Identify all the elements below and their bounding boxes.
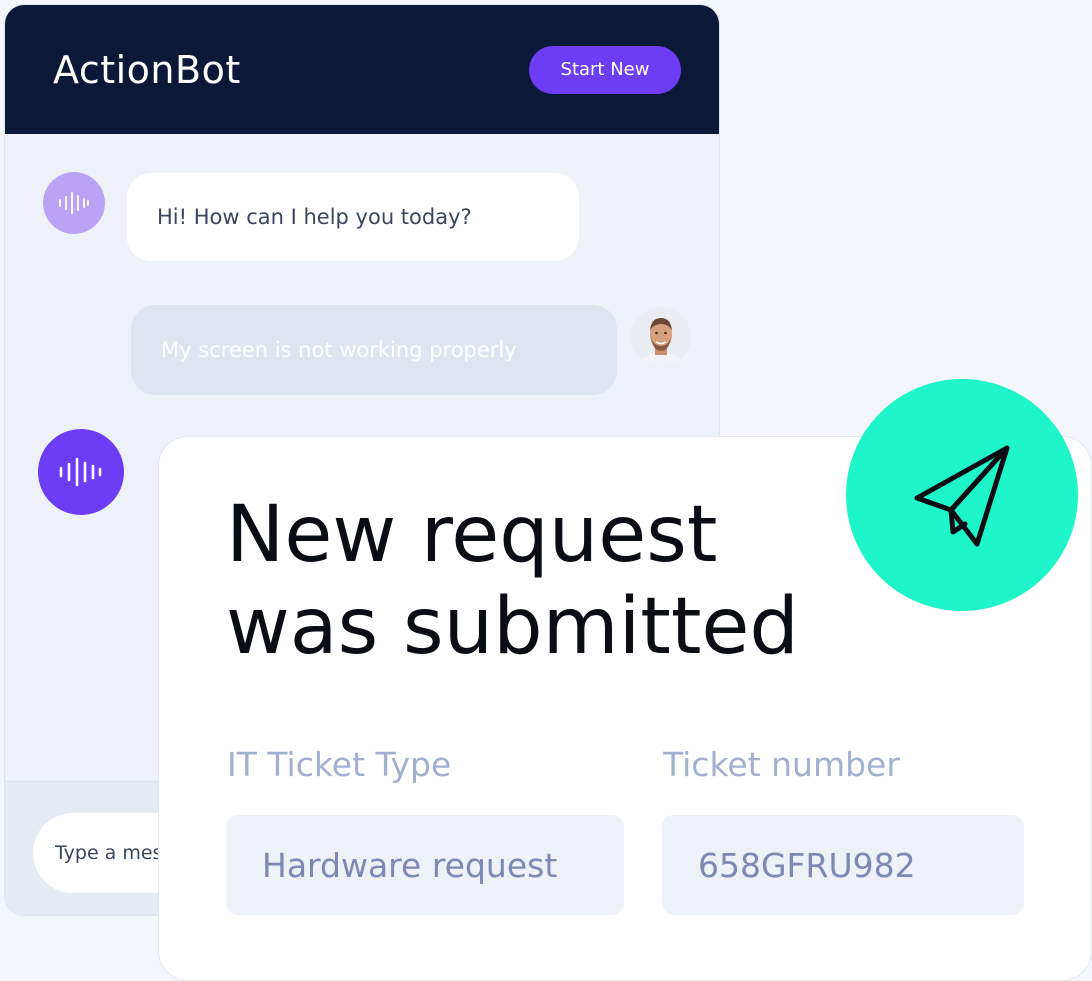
- start-new-button[interactable]: Start New: [529, 45, 681, 94]
- sound-wave-icon: [59, 192, 89, 214]
- sound-wave-icon: [59, 457, 102, 487]
- request-title: New request was submitted: [226, 489, 866, 673]
- request-title-line1: New request: [226, 490, 718, 580]
- ticket-number-label: Ticket number: [663, 745, 900, 784]
- user-message-text: My screen is not working properly: [161, 338, 517, 362]
- ticket-type-value: Hardware request: [262, 845, 558, 885]
- bot-avatar: [43, 172, 105, 234]
- bot-message-text: Hi! How can I help you today?: [157, 205, 472, 229]
- user-message: My screen is not working properly: [131, 305, 617, 395]
- request-title-line2: was submitted: [226, 582, 799, 672]
- bot-avatar-active: [38, 429, 124, 515]
- stage: ActionBot Start New Hi! How can I help y…: [0, 0, 1092, 981]
- app-title: ActionBot: [53, 47, 241, 92]
- bot-message: Hi! How can I help you today?: [127, 173, 579, 261]
- chat-header: ActionBot Start New: [5, 5, 719, 134]
- paper-plane-icon: [914, 445, 1010, 547]
- send-badge: [846, 379, 1078, 611]
- user-avatar: [631, 307, 691, 367]
- ticket-number-value: 658GFRU982: [698, 845, 916, 885]
- ticket-number-field: 658GFRU982: [662, 815, 1024, 915]
- ticket-type-label: IT Ticket Type: [227, 745, 452, 784]
- user-photo-icon: [631, 307, 691, 367]
- ticket-type-field: Hardware request: [226, 815, 624, 915]
